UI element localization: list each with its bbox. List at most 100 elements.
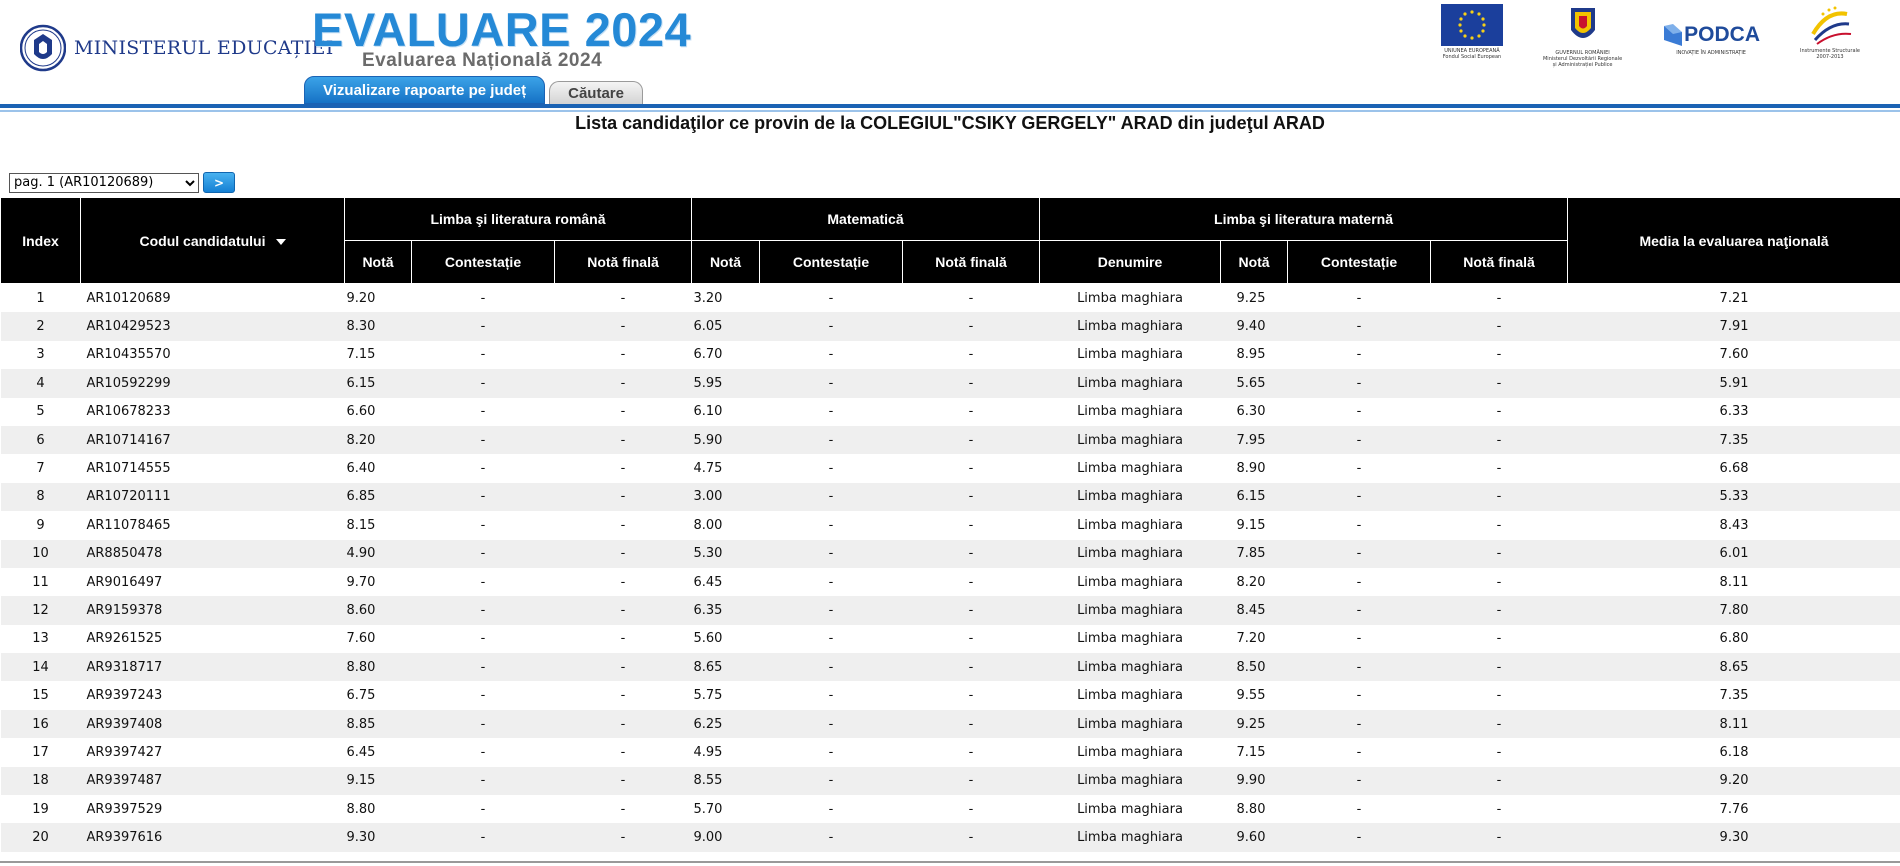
cell-mat-contestatie: - — [828, 631, 834, 647]
table-row[interactable]: 18 AR9397487 9.15- -8.55- - Limba maghiara 9.9… — [0, 766, 1900, 796]
cell-ro-nota: 8.15 — [346, 517, 376, 533]
col-ro-contestatie[interactable]: Contestație — [411, 240, 555, 284]
cell-mat-nota-finala: - — [902, 766, 1040, 796]
sort-desc-icon[interactable] — [275, 238, 286, 245]
cell-ro-nota: 8.30 — [344, 312, 412, 341]
table-row[interactable]: 10 AR8850478 4.90- -5.30- - Limba maghiara 7.8… — [0, 539, 1900, 568]
ministry-logo[interactable]: MINISTERUL EDUCAȚIEI — [20, 20, 334, 76]
table-row[interactable]: 19 AR9397529 8.80 - - 5.70 - - Limba maghiara 8.8… — [1, 795, 1900, 823]
table-row[interactable]: 11 AR9016497 9.70 - - 6.45 - - Limba maghiara 8.2… — [1, 568, 1900, 596]
structural-instruments-logo[interactable]: Instrumente Structurale 2007-2013 — [1800, 4, 1860, 60]
cell-mat-nota: 5.60 — [693, 631, 723, 647]
cell-ro-nota: 8.80 — [344, 653, 412, 682]
cell-lm-nota-finala: - — [1430, 425, 1568, 455]
col-lm-denumire[interactable]: Denumire — [1039, 240, 1222, 284]
page-select[interactable]: pag. 1 (AR10120689) — [9, 172, 199, 193]
table-row[interactable]: 3 AR10435570 7.15 - - 6.70 - - Limba maghiara 8.9… — [1, 341, 1900, 369]
cell-ro-contestatie: - — [411, 539, 555, 568]
cell-mat-nota: 4.75 — [693, 461, 723, 477]
cell-lm-nota: 9.60 — [1220, 823, 1288, 852]
podca-tagline: INOVAȚIE ÎN ADMINISTRAȚIE — [1676, 50, 1746, 56]
table-row[interactable]: 2 AR10429523 8.30- -6.05- - Limba maghiara 9.4… — [0, 312, 1900, 341]
table-row[interactable]: 17 AR9397427 6.45 - - 4.95 - - Limba maghiara 7.1… — [1, 738, 1900, 766]
podca-logo[interactable]: PODCA INOVAȚIE ÎN ADMINISTRAȚIE — [1662, 22, 1760, 56]
cell-ro-contestatie: - — [480, 517, 486, 533]
cell-code: AR10720111 — [80, 482, 345, 512]
cell-ro-contestatie: - — [480, 290, 486, 306]
cell-lm-nota: 6.30 — [1236, 404, 1266, 420]
cell-lm-denumire: Limba maghiara — [1039, 766, 1221, 796]
table-row[interactable]: 20 AR9397616 9.30- -9.00- - Limba maghiara 9.6… — [0, 823, 1900, 852]
col-media[interactable]: Media la evaluarea naţională — [1567, 197, 1900, 284]
cell-index: 7 — [36, 461, 45, 477]
candidates-table: Index Codul candidatului Limba şi litera… — [0, 197, 1900, 852]
tab-county-reports[interactable]: Vizualizare rapoarte pe județ — [304, 76, 546, 104]
cell-mat-nota: 8.55 — [691, 766, 760, 796]
cell-lm-nota-finala: - — [1496, 801, 1502, 817]
go-button[interactable]: > — [203, 172, 235, 193]
cell-mat-contestatie: - — [828, 290, 834, 306]
cell-ro-contestatie: - — [480, 688, 486, 704]
table-row[interactable]: 8 AR10720111 6.85- -3.00- - Limba maghiara 6.1… — [0, 482, 1900, 512]
col-mat-nota[interactable]: Notă — [691, 240, 760, 284]
cell-index: 8 — [0, 482, 81, 512]
table-row[interactable]: 9 AR11078465 8.15 - - 8.00 - - Limba maghiara 9.1… — [1, 511, 1900, 539]
cell-mat-contestatie: - — [759, 312, 903, 341]
col-mat-nota-finala[interactable]: Notă finală — [901, 240, 1041, 284]
cell-media: 7.35 — [1719, 688, 1749, 704]
table-row[interactable]: 4 AR10592299 6.15- -5.95- - Limba maghiara 5.6… — [0, 369, 1900, 398]
government-logo[interactable]: GUVERNUL ROMÂNIEI Ministerul Dezvoltării… — [1543, 4, 1622, 68]
cell-lm-nota-finala: - — [1430, 312, 1568, 341]
table-row[interactable]: 5 AR10678233 6.60 - - 6.10 - - Limba maghiara 6.3… — [1, 398, 1900, 426]
col-lm-contestatie[interactable]: Contestație — [1287, 240, 1432, 284]
cell-mat-nota: 3.20 — [693, 290, 723, 306]
cell-lm-nota-finala: - — [1430, 766, 1568, 796]
cell-ro-nota: 9.15 — [344, 766, 412, 796]
cell-mat-nota: 6.70 — [693, 347, 723, 363]
tab-search[interactable]: Căutare — [549, 81, 643, 104]
cell-ro-contestatie: - — [411, 653, 555, 682]
cell-lm-nota: 8.50 — [1220, 653, 1288, 682]
cell-mat-nota-finala: - — [902, 425, 1040, 455]
col-mat-contestatie[interactable]: Contestație — [759, 240, 903, 284]
col-candidate-code[interactable]: Codul candidatului — [80, 197, 345, 284]
cell-ro-nota: 7.60 — [346, 631, 376, 647]
table-row[interactable]: 15 AR9397243 6.75 - - 5.75 - - Limba maghiara 9.5… — [1, 681, 1900, 709]
cell-index: 1 — [36, 290, 45, 306]
col-ro-nota[interactable]: Notă — [344, 240, 412, 284]
cell-mat-nota-finala: - — [902, 312, 1040, 341]
table-row[interactable]: 7 AR10714555 6.40 - - 4.75 - - Limba maghiara 8.9… — [1, 454, 1900, 482]
cell-lm-nota: 8.45 — [1220, 596, 1288, 625]
table-row[interactable]: 14 AR9318717 8.80- -8.65- - Limba maghiara 8.5… — [0, 653, 1900, 682]
eu-logo[interactable]: UNIUNEA EUROPEANĂ Fondul Social European — [1440, 4, 1503, 60]
cell-lm-nota: 9.15 — [1236, 517, 1266, 533]
col-lm-nota[interactable]: Notă — [1220, 240, 1289, 284]
cell-ro-nota-finala: - — [620, 461, 626, 477]
table-row[interactable]: 6 AR10714167 8.20- -5.90- - Limba maghiara 7.9… — [0, 425, 1900, 455]
cell-lm-nota: 7.20 — [1236, 631, 1266, 647]
cell-media: 8.43 — [1719, 517, 1749, 533]
cell-mat-contestatie: - — [759, 539, 903, 568]
cell-index: 20 — [0, 823, 81, 852]
cell-lm-contestatie: - — [1356, 574, 1362, 590]
col-index[interactable]: Index — [0, 197, 81, 284]
table-row[interactable]: 1 AR10120689 9.20 - - 3.20 - - Limba maghiara 9.2… — [1, 284, 1900, 313]
cell-code: AR9397529 — [86, 801, 163, 817]
table-row[interactable]: 16 AR9397408 8.85- -6.25- - Limba maghiara 9.2… — [0, 709, 1900, 739]
cell-ro-contestatie: - — [480, 744, 486, 760]
cell-ro-nota-finala: - — [554, 596, 692, 625]
table-row[interactable]: 12 AR9159378 8.60- -6.35- - Limba maghiara 8.4… — [0, 596, 1900, 625]
cell-lm-nota-finala: - — [1496, 744, 1502, 760]
cell-lm-contestatie: - — [1356, 801, 1362, 817]
cell-index: 13 — [32, 631, 49, 647]
cell-ro-contestatie: - — [411, 369, 555, 398]
group-limba-materna: Limba şi literatura maternă — [1039, 197, 1569, 241]
cell-code: AR10678233 — [86, 404, 171, 420]
cell-mat-contestatie: - — [828, 404, 834, 420]
table-row[interactable]: 13 AR9261525 7.60 - - 5.60 - - Limba maghiara 7.2… — [1, 625, 1900, 653]
ministry-name: MINISTERUL EDUCAȚIEI — [74, 37, 334, 59]
cell-mat-nota-finala: - — [968, 347, 974, 363]
cell-index: 9 — [36, 517, 45, 533]
col-lm-nota-finala[interactable]: Notă finală — [1430, 240, 1569, 284]
col-ro-nota-finala[interactable]: Notă finală — [554, 240, 692, 284]
